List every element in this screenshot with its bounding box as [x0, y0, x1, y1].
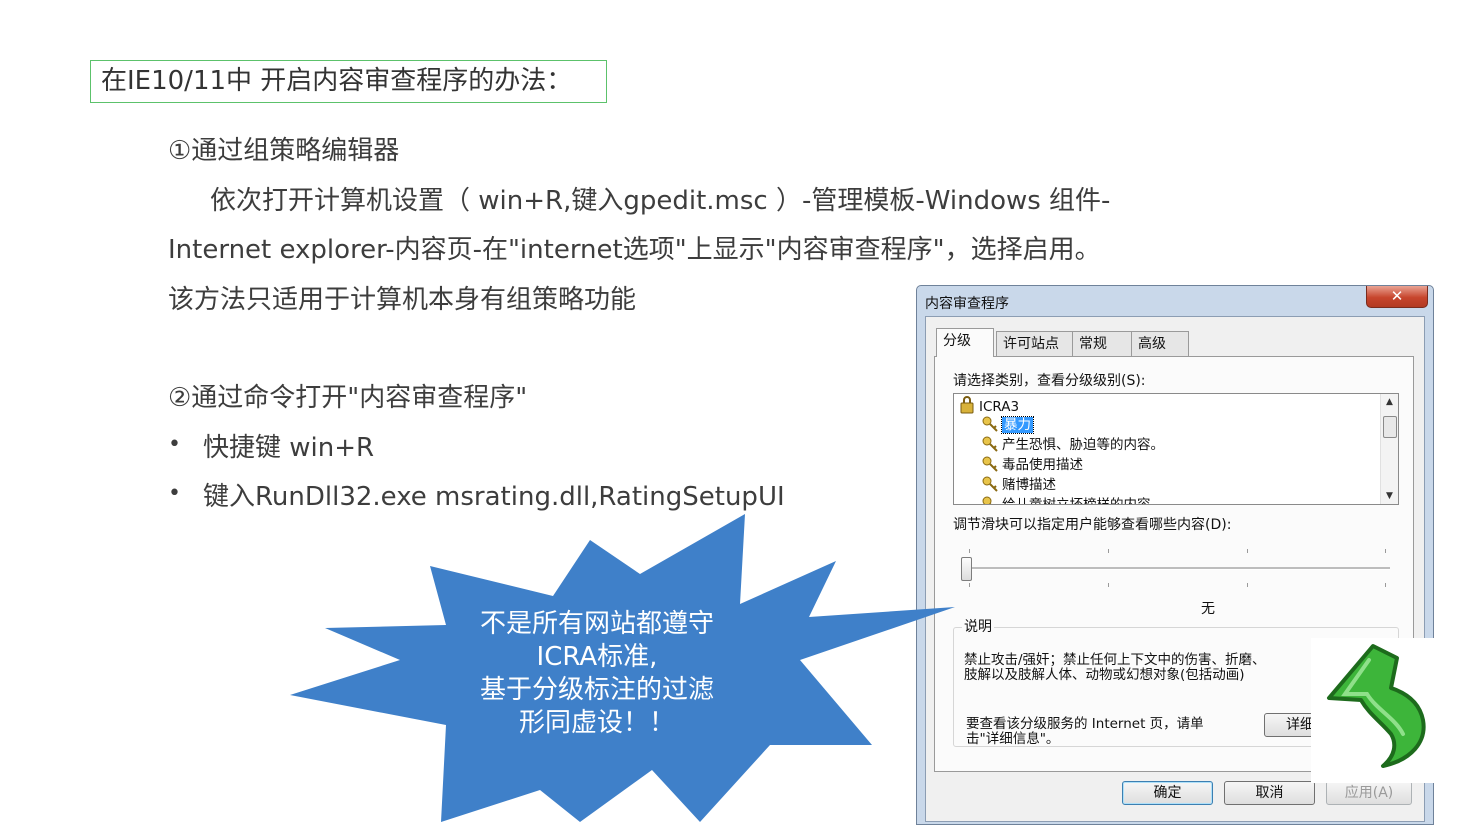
callout-line-2: ICRA标准,	[536, 642, 658, 672]
tab-rating[interactable]: 分级	[936, 328, 994, 357]
green-back-arrow-icon[interactable]	[1311, 638, 1460, 783]
callout-line-1: 不是所有网站都遵守	[479, 609, 714, 639]
callout-text: 不是所有网站都遵守 ICRA标准, 基于分级标注的过滤 形同虚设！！	[447, 608, 747, 740]
callout-line-3: 基于分级标注的过滤	[479, 675, 714, 705]
callout-line-4: 形同虚设！！	[518, 708, 675, 738]
